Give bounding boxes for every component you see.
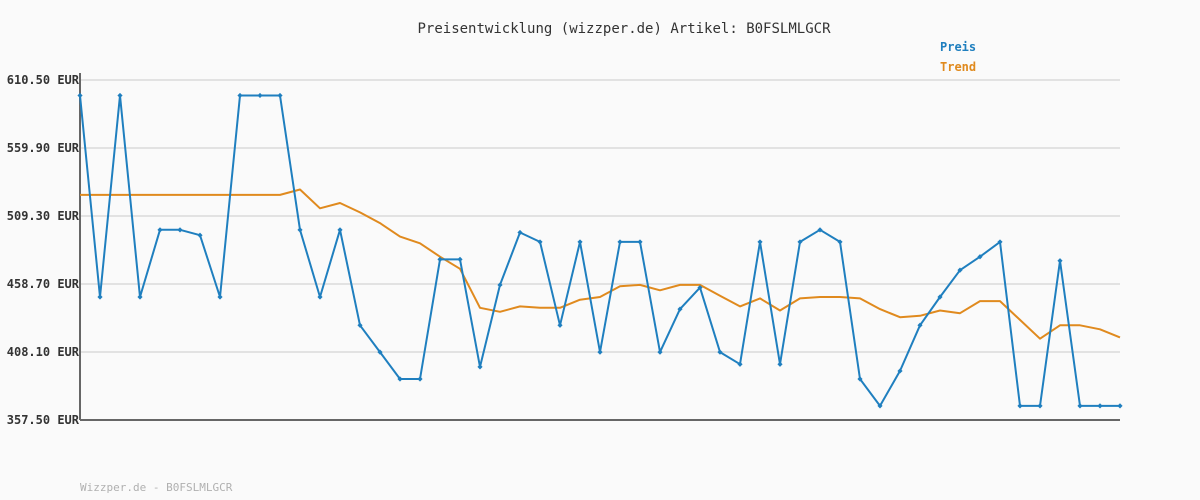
y-tick-label: 509.30 EUR [7,209,80,223]
chart-canvas: Preisentwicklung (wizzper.de) Artikel: B… [0,0,1200,500]
y-tick-label: 610.50 EUR [7,73,80,87]
legend-item-trend: Trend [940,60,976,74]
y-tick-label: 408.10 EUR [7,345,80,359]
y-tick-label: 357.50 EUR [7,413,80,427]
chart-background [0,0,1200,500]
legend-item-preis: Preis [940,40,976,54]
y-tick-label: 559.90 EUR [7,141,80,155]
y-tick-label: 458.70 EUR [7,277,80,291]
footer-text: Wizzper.de - B0FSLMLGCR [80,481,233,494]
price-chart: Preisentwicklung (wizzper.de) Artikel: B… [0,0,1200,500]
chart-title: Preisentwicklung (wizzper.de) Artikel: B… [417,21,831,37]
